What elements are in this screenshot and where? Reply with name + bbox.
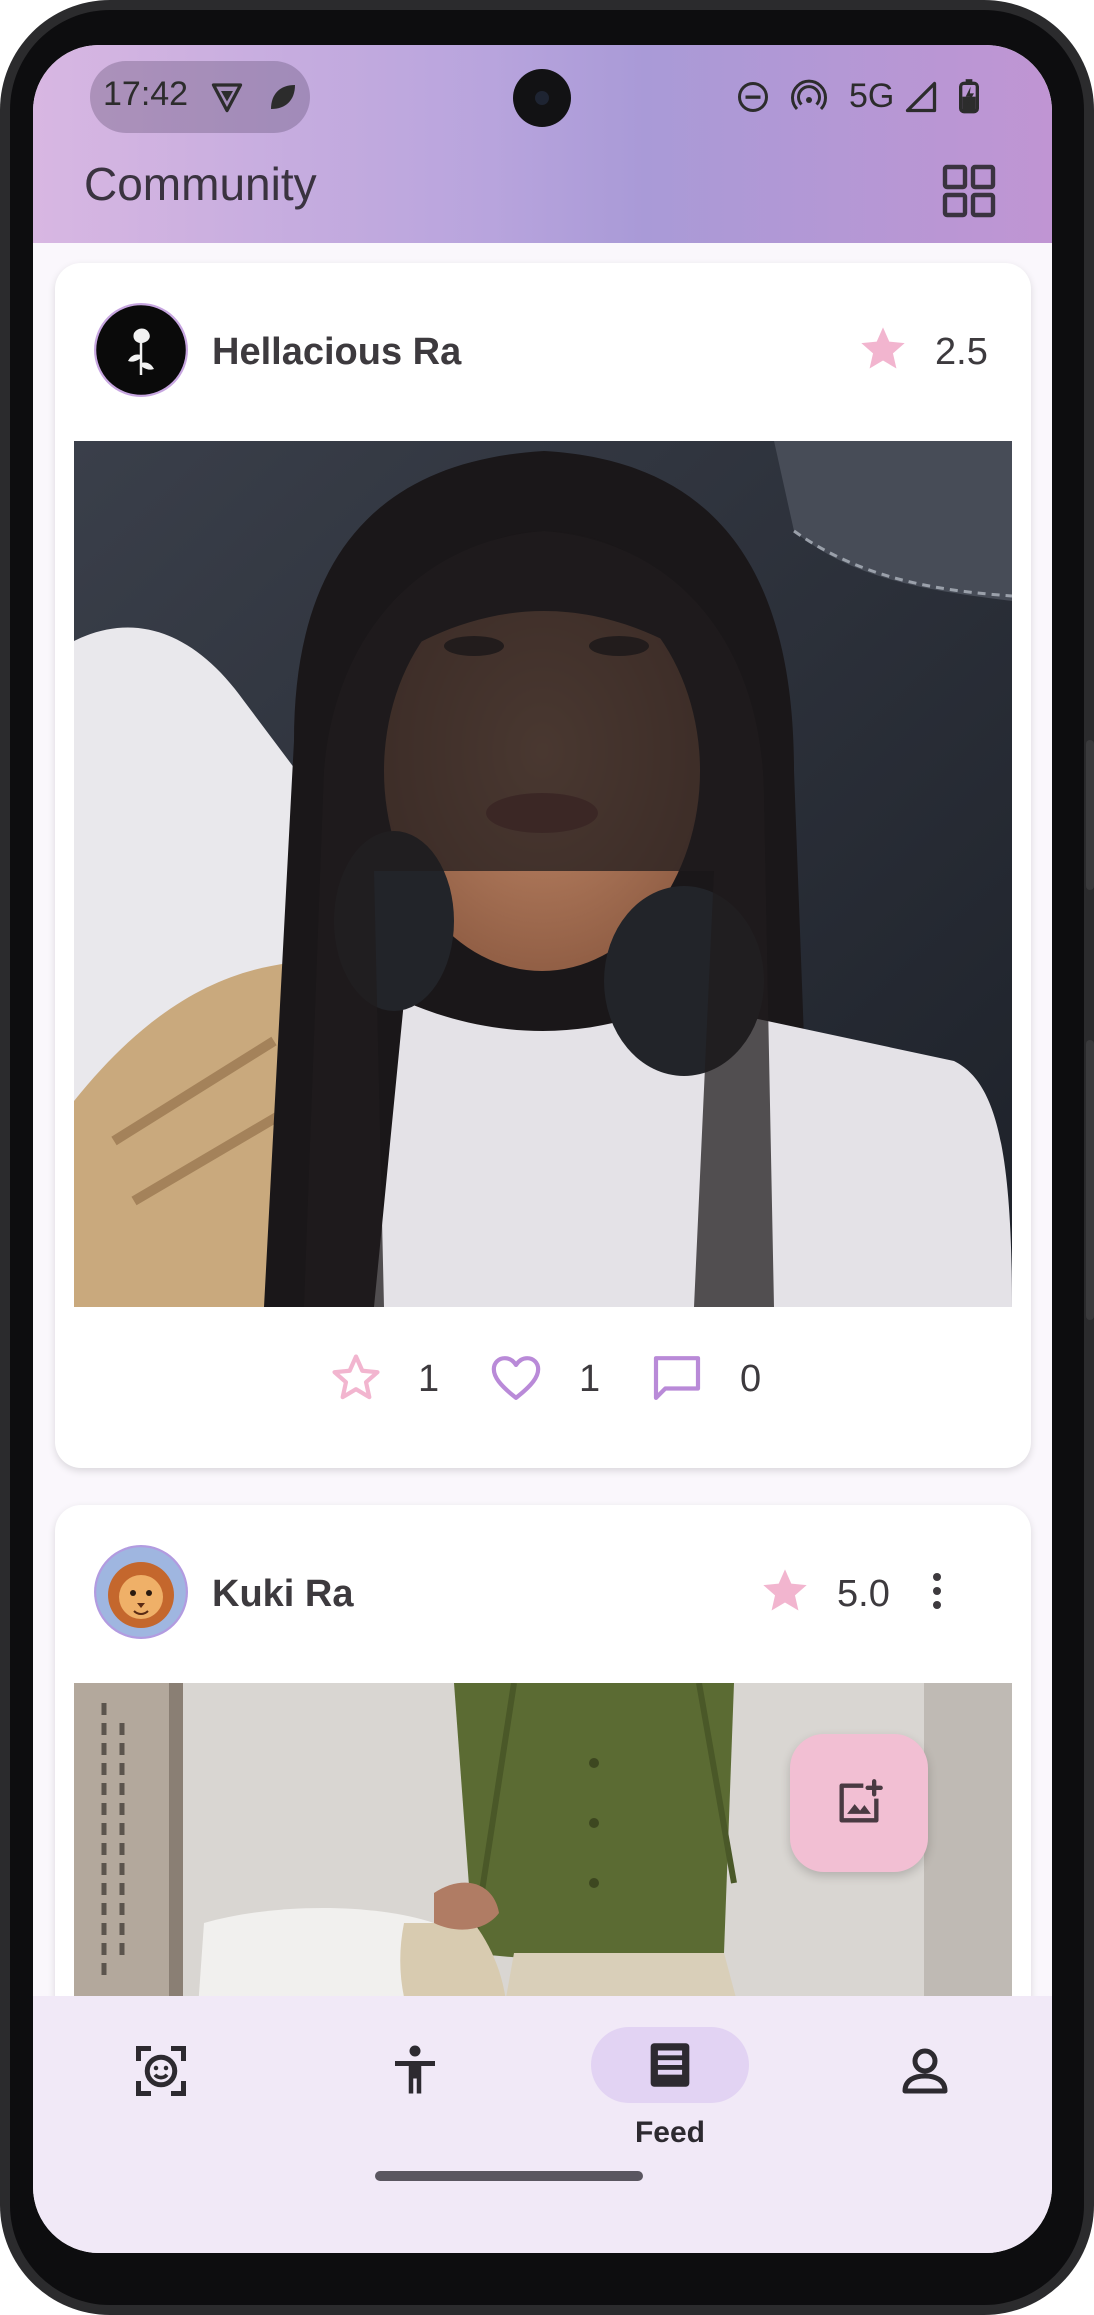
screen: 17:42 5G Community Hellacious Ra 2.5 1 1… (33, 45, 1052, 2253)
post-image[interactable] (74, 441, 1012, 1307)
leaf-notification-icon (271, 85, 295, 109)
author-name[interactable]: Hellacious Ra (212, 331, 461, 374)
status-time: 17:42 (103, 75, 189, 113)
person-icon[interactable] (895, 2041, 955, 2101)
rating-value: 5.0 (837, 1573, 890, 1615)
bottom-navigation: Feed (33, 1996, 1052, 2253)
post-card: Hellacious Ra 2.5 1 1 0 (55, 263, 1031, 1468)
star-outline-icon[interactable] (328, 1350, 384, 1406)
home-indicator[interactable] (375, 2171, 643, 2181)
author-avatar[interactable] (94, 303, 188, 397)
phone-frame: 17:42 5G Community Hellacious Ra 2.5 1 1… (0, 0, 1094, 2315)
signal-icon (905, 81, 937, 113)
more-vert-icon[interactable] (913, 1567, 961, 1615)
selfie-photo (74, 441, 1012, 1307)
rating-star-icon (861, 327, 905, 369)
front-camera (513, 69, 571, 127)
page-title: Community (84, 158, 317, 210)
accessibility-icon[interactable] (385, 2041, 445, 2101)
author-name[interactable]: Kuki Ra (212, 1573, 353, 1616)
add-photo-icon (839, 1779, 883, 1823)
network-type: 5G (849, 77, 895, 115)
rating-star-icon (763, 1569, 807, 1611)
heart-outline-icon[interactable] (488, 1350, 544, 1406)
side-button (1086, 740, 1094, 890)
author-avatar[interactable] (94, 1545, 188, 1639)
grid-view-icon[interactable] (941, 163, 997, 219)
star-count: 1 (418, 1358, 440, 1400)
volume-button (1086, 1040, 1094, 1320)
feed-icon (650, 2043, 690, 2087)
dnd-icon (738, 82, 768, 112)
face-scan-icon[interactable] (131, 2041, 191, 2101)
comment-count: 0 (740, 1358, 762, 1400)
comment-icon[interactable] (649, 1350, 705, 1406)
hotspot-icon (791, 79, 827, 111)
battery-charging-icon (959, 79, 979, 114)
feed-tab-label: Feed (634, 2116, 706, 2149)
vpn-shield-icon (211, 83, 243, 113)
status-bar: 17:42 5G (33, 45, 1052, 135)
add-photo-fab[interactable] (790, 1734, 928, 1872)
top-app-area: 17:42 5G Community (33, 45, 1052, 243)
like-count: 1 (579, 1358, 601, 1400)
rating-value: 2.5 (935, 331, 988, 373)
